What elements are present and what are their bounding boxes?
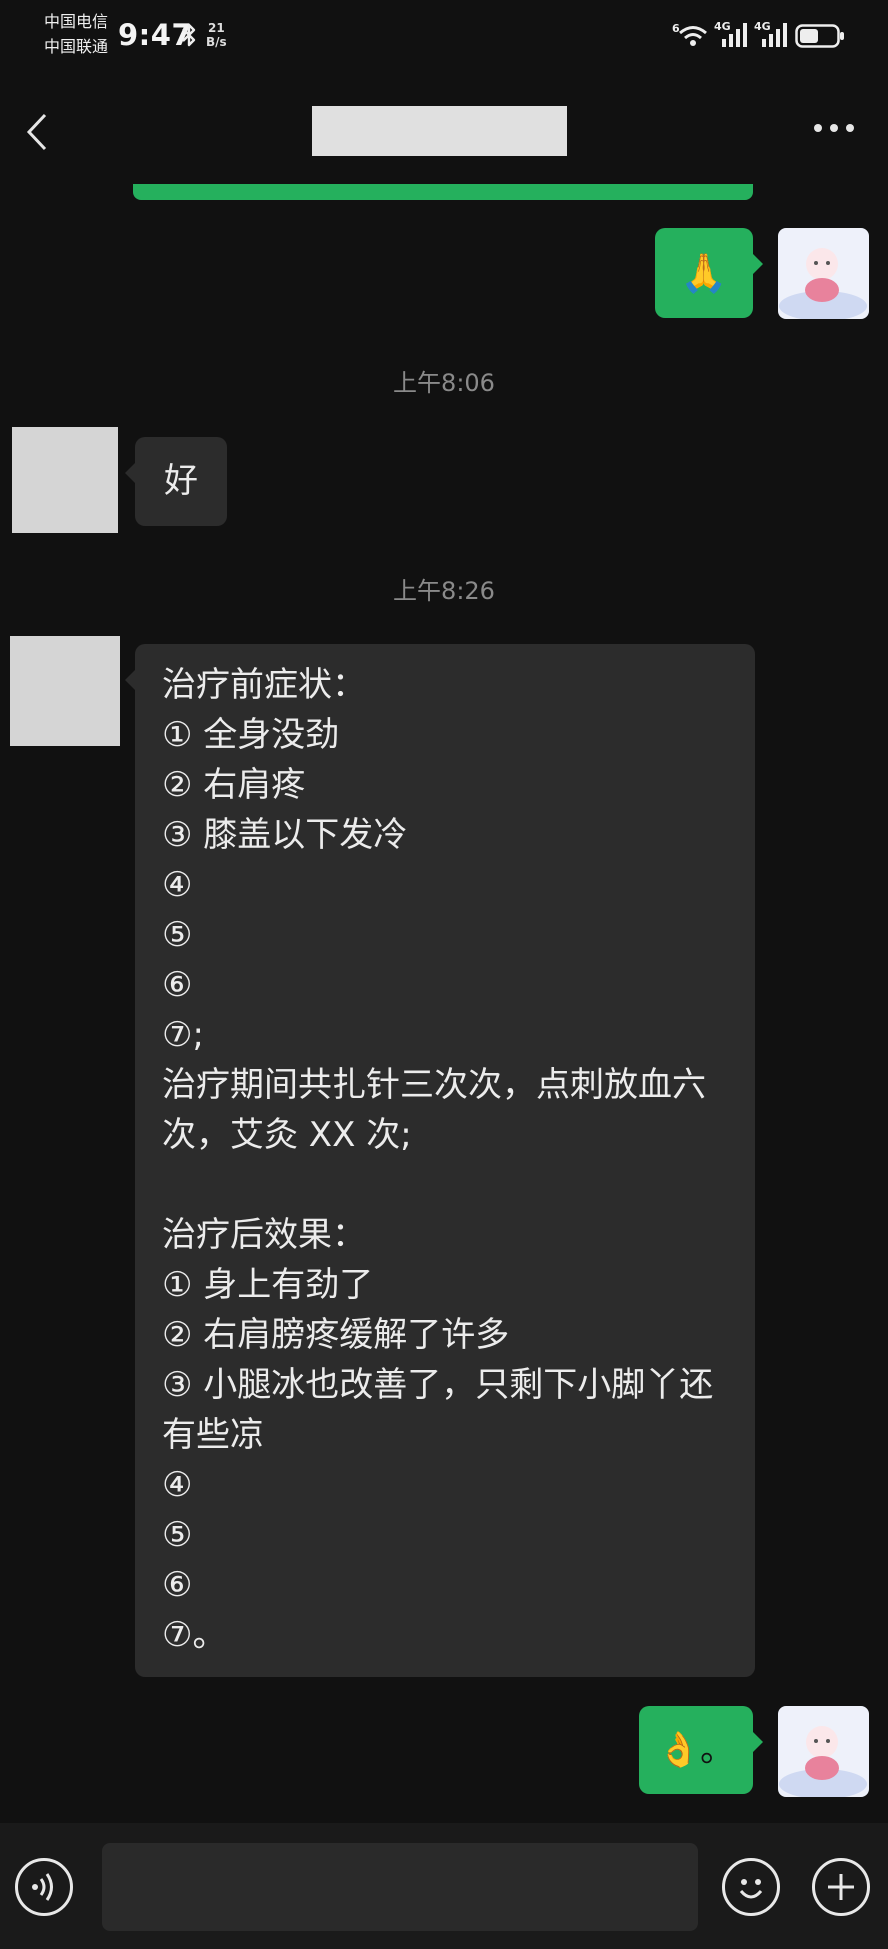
- battery-icon: [795, 24, 844, 48]
- bluetooth-icon: [182, 23, 196, 47]
- net-speed-unit: B/s: [206, 35, 227, 49]
- my-avatar[interactable]: [778, 1706, 869, 1797]
- signal-icon: [722, 23, 747, 47]
- message-text: 治疗前症状： ① 全身没劲 ② 右肩疼 ③ 膝盖以下发冷 ④ ⑤ ⑥ ⑦; 治疗…: [162, 665, 714, 1655]
- carrier-2: 中国联通: [44, 37, 109, 56]
- message-text: 👌。: [657, 1730, 735, 1770]
- net-speed-value: 21: [207, 21, 225, 35]
- carrier-1: 中国电信: [44, 12, 109, 31]
- message-input[interactable]: [102, 1843, 698, 1931]
- voice-icon: [32, 1873, 53, 1901]
- back-arrow-icon[interactable]: [24, 112, 50, 152]
- outgoing-bubble[interactable]: 👌。: [639, 1706, 763, 1794]
- my-avatar[interactable]: [778, 228, 869, 319]
- signal-icon: [762, 23, 787, 47]
- message-text: 好: [164, 461, 198, 501]
- more-icon[interactable]: [812, 123, 856, 133]
- plus-icon: [828, 1874, 854, 1900]
- incoming-bubble[interactable]: 好: [125, 437, 227, 526]
- chat-title-redacted: [312, 106, 567, 156]
- outgoing-bubble-partial[interactable]: [133, 184, 753, 200]
- emoji-button[interactable]: [722, 1858, 780, 1916]
- avatar-image: [778, 228, 869, 319]
- message-emoji: 🙏: [680, 251, 728, 295]
- outgoing-bubble[interactable]: 🙏: [655, 228, 763, 318]
- voice-button[interactable]: [15, 1858, 73, 1916]
- wifi-icon: [679, 26, 707, 46]
- contact-avatar[interactable]: [10, 636, 120, 746]
- plus-button[interactable]: [812, 1858, 870, 1916]
- timestamp: 上午8:26: [393, 577, 495, 605]
- net-speed: 21 B/s: [206, 21, 227, 49]
- contact-avatar[interactable]: [12, 427, 118, 533]
- avatar-image: [778, 1706, 869, 1797]
- emoji-icon: [739, 1879, 763, 1899]
- incoming-bubble[interactable]: 治疗前症状： ① 全身没劲 ② 右肩疼 ③ 膝盖以下发冷 ④ ⑤ ⑥ ⑦; 治疗…: [125, 644, 755, 1677]
- timestamp: 上午8:06: [393, 369, 495, 397]
